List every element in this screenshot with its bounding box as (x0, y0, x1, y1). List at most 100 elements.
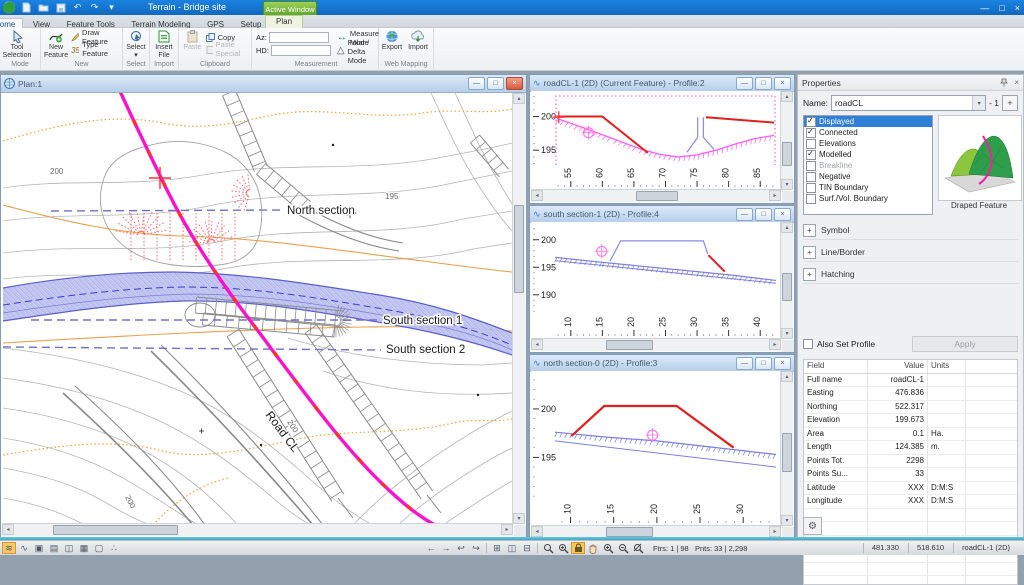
pan-right-icon[interactable]: → (439, 542, 453, 554)
profile-hscrollbar[interactable]: ◂ ▸ (531, 189, 781, 202)
panel-close-icon[interactable]: × (1014, 78, 1019, 87)
plan-vscrollbar[interactable]: ▴ ▾ (512, 93, 525, 524)
profile-hscrollbar[interactable]: ◂ ▸ (531, 338, 781, 351)
profile-plot-canvas[interactable]: 1952001015202530 (531, 371, 781, 529)
flag-row[interactable]: Elevations (804, 138, 932, 149)
tile-horizontal-icon[interactable]: ⊟ (520, 542, 534, 554)
hd-input[interactable] (271, 45, 331, 56)
new-file-icon[interactable] (20, 2, 33, 14)
az-input[interactable] (269, 32, 329, 43)
scroll-up-arrow[interactable]: ▴ (781, 371, 793, 382)
scroll-left-arrow[interactable]: ◂ (531, 526, 543, 537)
add-feature-button[interactable]: + (1002, 95, 1018, 111)
scroll-right-arrow[interactable]: ▸ (769, 339, 781, 350)
flag-row[interactable]: Negative (804, 171, 932, 182)
selection-tool-icon[interactable]: ▢ (92, 542, 106, 554)
scroll-up-arrow[interactable]: ▴ (513, 93, 525, 104)
window-minimize-button[interactable]: — (980, 3, 989, 13)
also-set-profile-checkbox[interactable] (803, 339, 813, 349)
scroll-thumb[interactable] (53, 525, 178, 535)
checkbox[interactable] (806, 139, 816, 149)
scroll-thumb[interactable] (782, 142, 792, 166)
plan-maximize-button[interactable]: □ (487, 77, 504, 90)
checkbox[interactable] (806, 150, 816, 160)
resize-grip[interactable] (514, 525, 526, 537)
close-button[interactable]: × (774, 77, 791, 90)
redo-icon[interactable]: ↷ (88, 2, 101, 14)
image-view-icon[interactable]: ▤ (47, 542, 61, 554)
minimize-button[interactable]: — (736, 357, 753, 370)
scroll-down-arrow[interactable]: ▾ (781, 328, 793, 339)
checkbox[interactable] (806, 183, 816, 193)
qat-dropdown-icon[interactable]: ▾ (105, 2, 118, 14)
undo-icon[interactable]: ↶ (71, 2, 84, 14)
layout-view-icon[interactable]: ◫ (62, 542, 76, 554)
profile-vscrollbar[interactable]: ▴ ▾ (780, 222, 793, 339)
scroll-down-arrow[interactable]: ▾ (781, 179, 793, 190)
feature-name-combobox[interactable]: roadCL ▾ (831, 95, 986, 111)
plan-hscrollbar[interactable]: ◂ ▸ (2, 523, 513, 536)
profile-plot-canvas[interactable]: 19520055606570758085 (531, 91, 781, 193)
flag-row[interactable]: Breakline (804, 160, 932, 171)
web-import-button[interactable]: Import (405, 28, 431, 60)
paste-special-button[interactable]: Paste Special (206, 44, 251, 54)
points-tool-icon[interactable]: ∴ (107, 542, 121, 554)
profile-titlebar[interactable]: ∿ north section-0 (2D) - Profile:3 — □ × (530, 355, 794, 372)
plan-window-titlebar[interactable]: Plan:1 — □ × (1, 75, 526, 93)
scroll-thumb[interactable] (606, 527, 653, 537)
scroll-left-arrow[interactable]: ◂ (531, 190, 543, 201)
plan-close-button[interactable]: × (506, 77, 523, 90)
open-folder-icon[interactable] (37, 2, 50, 14)
apply-button[interactable]: Apply (912, 336, 1018, 352)
scroll-thumb[interactable] (636, 191, 678, 201)
resize-grip[interactable] (782, 191, 794, 203)
pan-hand-icon[interactable] (586, 542, 600, 554)
checkbox[interactable] (806, 117, 816, 127)
new-feature-button[interactable]: New Feature (41, 28, 71, 60)
app-logo-icon[interactable] (2, 1, 16, 14)
flag-row[interactable]: Displayed (804, 116, 932, 127)
tool-selection-button[interactable]: Tool Selection (0, 28, 34, 60)
3d-view-icon[interactable]: ▣ (32, 542, 46, 554)
paste-button[interactable]: Paste (179, 28, 206, 60)
pan-left-icon[interactable]: ← (424, 542, 438, 554)
scroll-up-arrow[interactable]: ▴ (781, 91, 793, 102)
window-maximize-button[interactable]: □ (999, 3, 1004, 13)
expander-symbol[interactable]: + Symbol (803, 221, 1018, 240)
pin-icon[interactable] (1000, 78, 1008, 87)
view-forward-icon[interactable]: ↪ (469, 542, 483, 554)
contour-view-icon[interactable]: ≋ (2, 542, 16, 554)
minimize-button[interactable]: — (736, 77, 753, 90)
scroll-right-arrow[interactable]: ▸ (501, 524, 513, 535)
maximize-button[interactable]: □ (755, 357, 772, 370)
zoom-extents-icon[interactable] (631, 542, 645, 554)
flag-row[interactable]: TIN Boundary (804, 182, 932, 193)
plan-minimize-button[interactable]: — (468, 77, 485, 90)
close-button[interactable]: × (774, 208, 791, 221)
scroll-right-arrow[interactable]: ▸ (769, 526, 781, 537)
select-button[interactable]: Select▾ (123, 28, 149, 60)
plan-map-canvas[interactable]: North section South section 1 South sect… (3, 93, 513, 525)
type-feature-button[interactable]: 35 Type Feature (71, 44, 122, 54)
profile-view-icon[interactable]: ∿ (17, 542, 31, 554)
scroll-down-arrow[interactable]: ▾ (781, 515, 793, 526)
scroll-thumb[interactable] (606, 340, 653, 350)
scroll-up-arrow[interactable]: ▴ (781, 222, 793, 233)
maximize-button[interactable]: □ (755, 208, 772, 221)
window-close-button[interactable]: × (1015, 3, 1020, 13)
resize-grip[interactable] (782, 340, 794, 352)
scroll-thumb[interactable] (782, 273, 792, 301)
checkbox[interactable] (806, 194, 816, 204)
scroll-thumb[interactable] (514, 205, 524, 293)
scroll-thumb[interactable] (782, 433, 792, 472)
checkbox[interactable] (806, 161, 816, 171)
scroll-right-arrow[interactable]: ▸ (769, 190, 781, 201)
flag-row[interactable]: Modelled (804, 149, 932, 160)
profile-titlebar[interactable]: ∿ roadCL-1 (2D) (Current Feature) - Prof… (530, 75, 794, 92)
grid-view-icon[interactable]: ▦ (77, 542, 91, 554)
maximize-button[interactable]: □ (755, 77, 772, 90)
profile-plot-canvas[interactable]: 19019520010152025303540 (531, 222, 781, 342)
tile-vertical-icon[interactable]: ◫ (505, 542, 519, 554)
minimize-button[interactable]: — (736, 208, 753, 221)
zoom-in-icon[interactable] (601, 542, 615, 554)
